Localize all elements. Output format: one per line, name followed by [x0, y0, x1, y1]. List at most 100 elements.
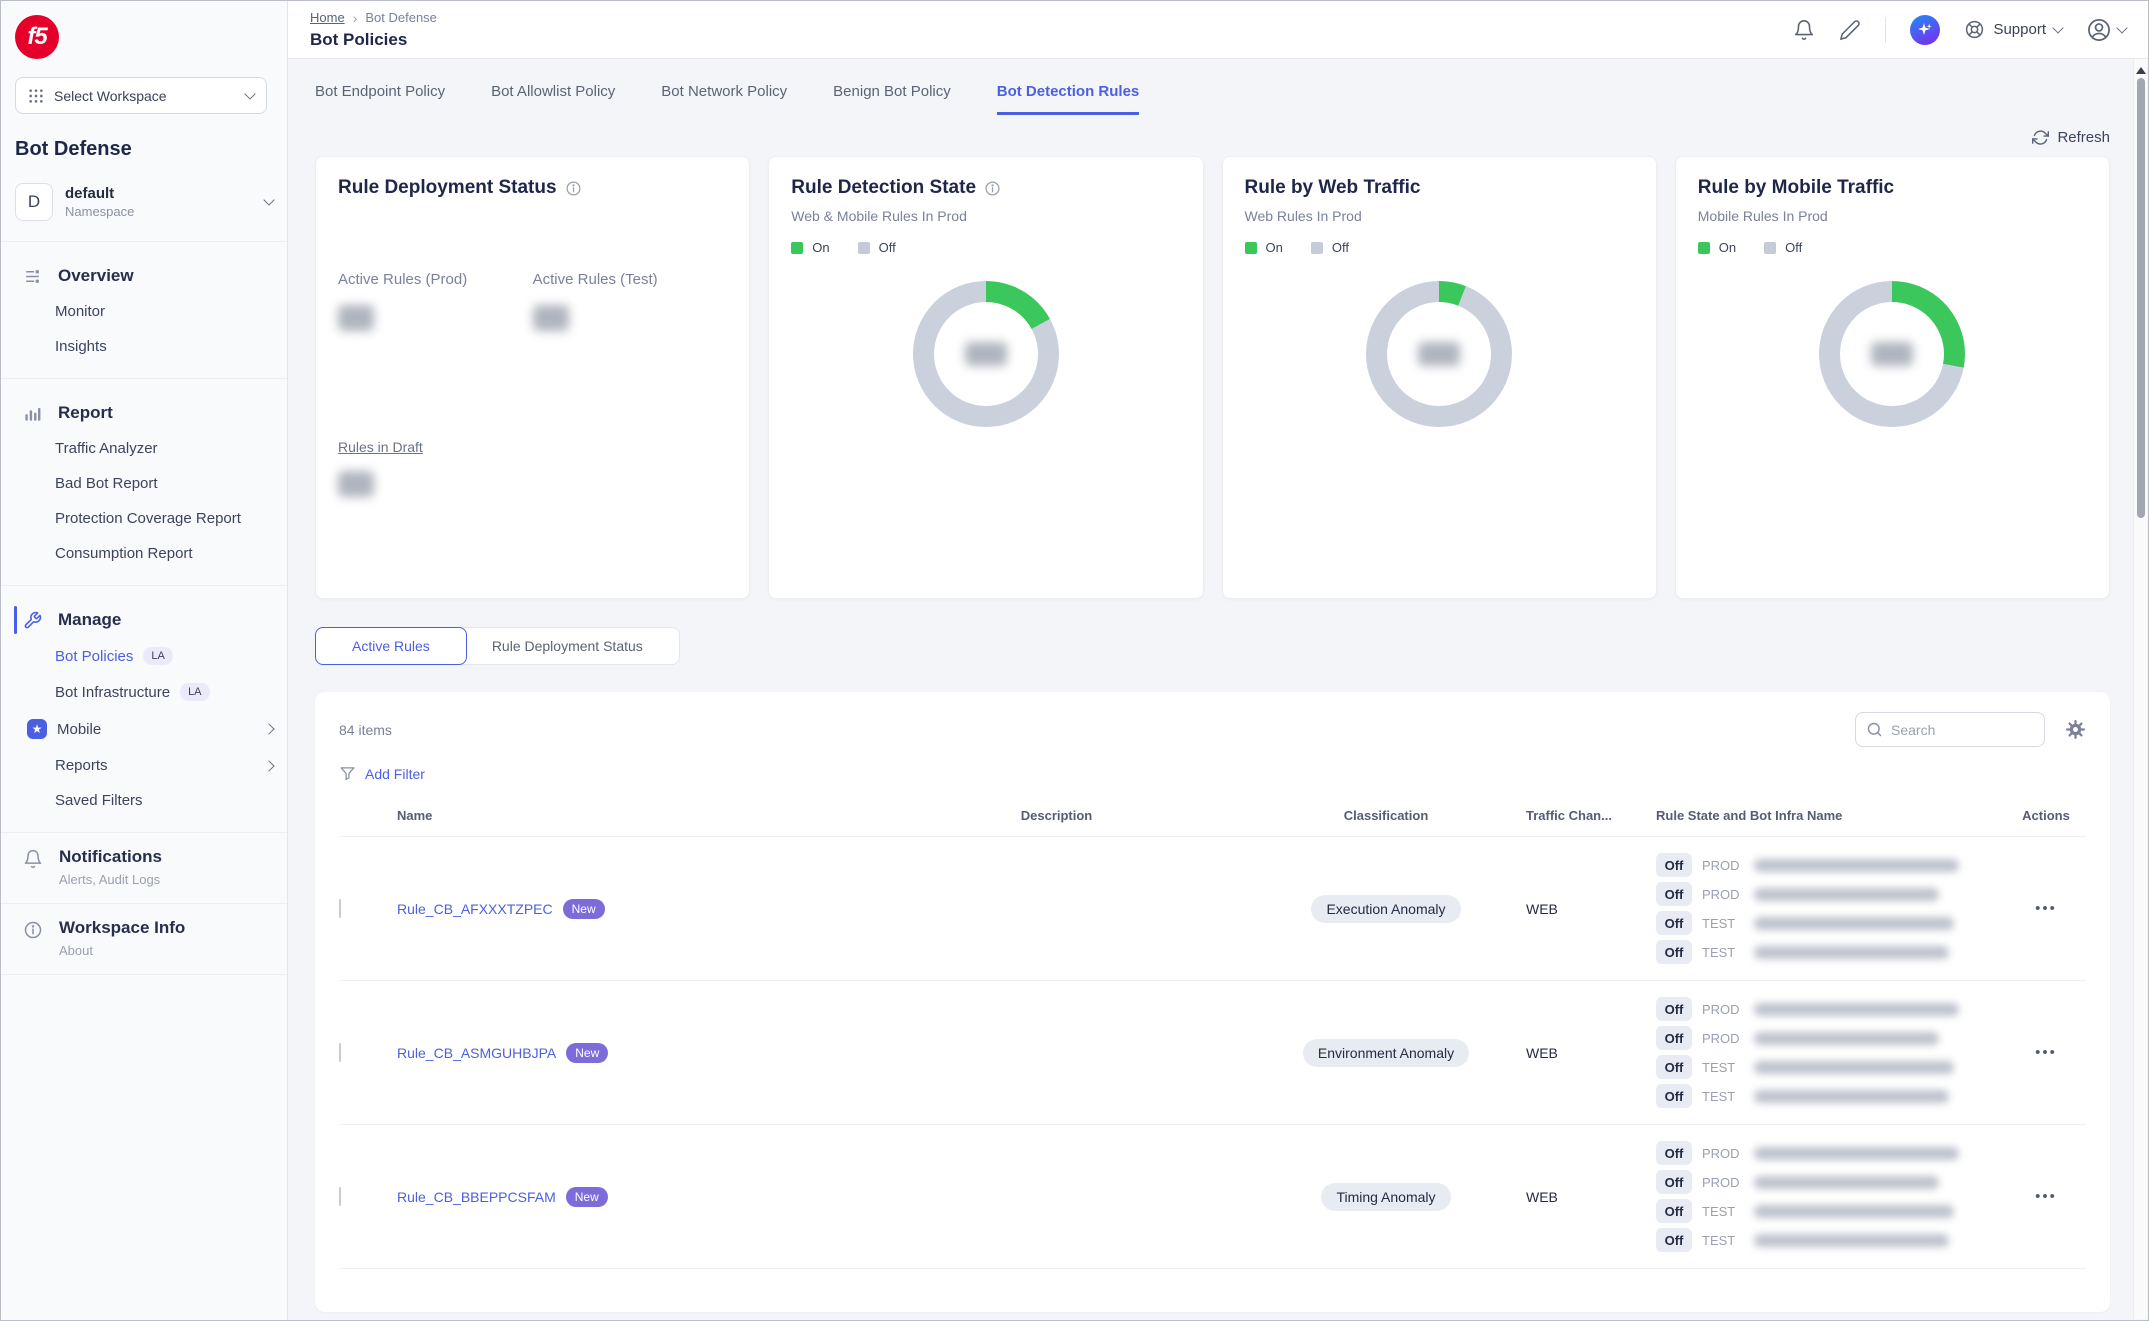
new-badge: New	[563, 899, 605, 919]
env-label: TEST	[1702, 1089, 1744, 1104]
f5-logo[interactable]: f5	[15, 15, 59, 59]
tab-benign-bot-policy[interactable]: Benign Bot Policy	[833, 83, 951, 115]
traffic-channel: WEB	[1526, 901, 1656, 917]
scrollbar-thumb[interactable]	[2137, 78, 2145, 518]
state-pill: Off	[1656, 1228, 1692, 1252]
notifications-bell-button[interactable]	[1793, 19, 1815, 41]
card-subtitle: Web & Mobile Rules In Prod	[791, 208, 1180, 224]
row-actions-button[interactable]: •••	[2035, 1188, 2057, 1205]
card-title: Rule by Web Traffic	[1245, 177, 1421, 199]
redacted-infra-name	[1754, 946, 1949, 959]
toggle-rule-deployment-status[interactable]: Rule Deployment Status	[461, 627, 680, 665]
namespace-avatar: D	[15, 183, 53, 221]
rule-name-link[interactable]: Rule_CB_AFXXXTZPEC	[397, 901, 553, 917]
redacted-value	[965, 342, 1007, 366]
app-window: f5 Select Workspace Bot Defense D defaul…	[0, 0, 2149, 1321]
ai-assistant-button[interactable]	[1910, 15, 1940, 45]
legend-off-swatch	[1311, 242, 1323, 254]
info-icon[interactable]	[565, 180, 582, 197]
legend-on-label: On	[812, 240, 829, 255]
table-row: Rule_CB_BBEPPCSFAM New Timing Anomaly WE…	[339, 1125, 2086, 1269]
breadcrumb-home-link[interactable]: Home	[310, 10, 345, 25]
policy-tabs: Bot Endpoint Policy Bot Allowlist Policy…	[288, 59, 2148, 115]
scrollbar-up-arrow[interactable]	[2136, 67, 2146, 74]
card-subtitle: Web Rules In Prod	[1245, 208, 1634, 224]
tab-bot-network-policy[interactable]: Bot Network Policy	[661, 83, 787, 115]
row-checkbox[interactable]	[339, 1187, 341, 1206]
row-actions-button[interactable]: •••	[2035, 900, 2057, 917]
classification-pill: Timing Anomaly	[1321, 1183, 1450, 1211]
env-label: PROD	[1702, 1002, 1744, 1017]
state-pill: Off	[1656, 911, 1692, 935]
sidebar-item-consumption-report[interactable]: Consumption Report	[1, 536, 287, 571]
rule-name-link[interactable]: Rule_CB_ASMGUHBJPA	[397, 1045, 556, 1061]
sidebar-item-workspace-info[interactable]: Workspace Info About	[1, 903, 287, 974]
sidebar-item-label: Monitor	[55, 303, 105, 320]
stat-label-active-rules-test: Active Rules (Test)	[533, 271, 728, 288]
vertical-scrollbar[interactable]	[2133, 59, 2147, 1319]
row-checkbox[interactable]	[339, 1043, 341, 1062]
add-filter-button[interactable]: Add Filter	[339, 765, 425, 782]
sidebar-item-reports[interactable]: Reports	[1, 748, 287, 783]
sidebar-item-report[interactable]: Report	[1, 395, 287, 431]
card-rule-by-mobile-traffic: Rule by Mobile Traffic Mobile Rules In P…	[1675, 156, 2110, 599]
rule-name-link[interactable]: Rule_CB_BBEPPCSFAM	[397, 1189, 556, 1205]
table-search	[1855, 712, 2045, 747]
table-settings-button[interactable]	[2065, 719, 2086, 740]
chevron-right-icon	[263, 760, 274, 771]
refresh-button[interactable]: Refresh	[2032, 129, 2110, 146]
sidebar-item-bot-infrastructure[interactable]: Bot Infrastructure LA	[1, 674, 287, 710]
sidebar-item-bot-policies[interactable]: Bot Policies LA	[1, 638, 287, 674]
state-pill: Off	[1656, 940, 1692, 964]
account-menu[interactable]	[2086, 17, 2126, 43]
info-icon[interactable]	[984, 180, 1001, 197]
card-rule-deployment-status: Rule Deployment Status Active Rules (Pro…	[315, 156, 750, 599]
workspace-selector[interactable]: Select Workspace	[15, 77, 267, 114]
support-menu[interactable]: Support	[1964, 19, 2062, 40]
sidebar-item-manage[interactable]: Manage	[1, 602, 287, 638]
legend-off-swatch	[1764, 242, 1776, 254]
sidebar-item-traffic-analyzer[interactable]: Traffic Analyzer	[1, 431, 287, 466]
legend-on-label: On	[1719, 240, 1736, 255]
sidebar-item-saved-filters[interactable]: Saved Filters	[1, 783, 287, 818]
namespace-selector[interactable]: D default Namespace	[15, 183, 273, 221]
sidebar-item-notifications[interactable]: Notifications Alerts, Audit Logs	[1, 832, 287, 903]
sidebar-item-label: Bad Bot Report	[55, 475, 158, 492]
redacted-infra-name	[1754, 1090, 1949, 1103]
redacted-infra-name	[1754, 859, 1959, 872]
sidebar-item-overview[interactable]: Overview	[1, 258, 287, 294]
sidebar-item-monitor[interactable]: Monitor	[1, 294, 287, 329]
content-area: Refresh Rule Deployment Status Active Ru…	[288, 115, 2148, 1320]
sidebar-item-label: Mobile	[57, 721, 101, 738]
tab-bot-endpoint-policy[interactable]: Bot Endpoint Policy	[315, 83, 445, 115]
sidebar-item-insights[interactable]: Insights	[1, 329, 287, 364]
toggle-active-rules[interactable]: Active Rules	[315, 627, 467, 665]
redacted-infra-name	[1754, 888, 1939, 901]
sidebar-item-protection-coverage-report[interactable]: Protection Coverage Report	[1, 501, 287, 536]
new-badge: New	[566, 1043, 608, 1063]
sidebar-item-bad-bot-report[interactable]: Bad Bot Report	[1, 466, 287, 501]
sidebar-section-manage: Manage Bot Policies LA Bot Infrastructur…	[1, 585, 287, 832]
redacted-value	[1418, 342, 1460, 366]
row-actions-button[interactable]: •••	[2035, 1044, 2057, 1061]
workspace-info-title: Workspace Info	[59, 918, 185, 938]
rules-in-draft-link[interactable]: Rules in Draft	[338, 439, 423, 455]
search-input[interactable]	[1891, 722, 2011, 738]
sidebar-item-label: Saved Filters	[55, 792, 143, 809]
env-label: TEST	[1702, 1060, 1744, 1075]
notifications-title: Notifications	[59, 847, 162, 867]
rules-table-panel: 84 items Add Filter	[315, 692, 2110, 1312]
main-area: Home › Bot Defense Bot Policies	[288, 1, 2148, 1320]
state-pill: Off	[1656, 1055, 1692, 1079]
column-description: Description	[867, 808, 1246, 823]
sidebar-item-mobile[interactable]: ★ Mobile	[1, 710, 287, 748]
row-checkbox[interactable]	[339, 899, 341, 918]
theme-brush-button[interactable]	[1839, 19, 1861, 41]
state-pill: Off	[1656, 997, 1692, 1021]
lifebuoy-icon	[1964, 19, 1985, 40]
donut-chart-mobile-traffic	[1819, 281, 1965, 427]
tab-bot-allowlist-policy[interactable]: Bot Allowlist Policy	[491, 83, 615, 115]
donut-chart-detection-state	[913, 281, 1059, 427]
breadcrumb: Home › Bot Defense	[310, 10, 437, 26]
tab-bot-detection-rules[interactable]: Bot Detection Rules	[997, 83, 1140, 115]
